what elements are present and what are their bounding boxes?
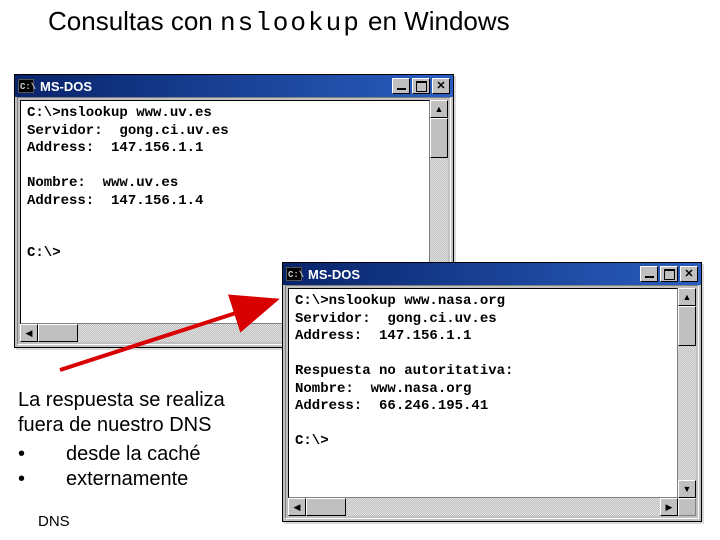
vertical-scrollbar[interactable]: ▲ ▼ [678,288,696,498]
client-area: C:\>nslookup www.nasa.org Servidor: gong… [285,285,699,519]
scroll-right-button[interactable]: ▶ [660,498,678,516]
scroll-left-button[interactable]: ◀ [288,498,306,516]
console-icon: C:\ [18,79,34,93]
scroll-track[interactable] [306,498,660,516]
note-bullet: desde la caché [18,442,278,467]
note-bullet: externamente [18,467,278,492]
console-icon: C:\ [286,267,302,281]
title-segment: Consultas con [48,6,220,36]
scroll-down-button[interactable]: ▼ [678,480,696,498]
title-segment: en Windows [361,6,510,36]
minimize-button[interactable] [640,266,658,282]
title-monospace: nslookup [220,8,361,38]
note-line: fuera de nuestro DNS [18,413,278,438]
scroll-up-button[interactable]: ▲ [678,288,696,306]
annotation-text: La respuesta se realiza fuera de nuestro… [18,388,278,492]
slide-title: Consultas con nslookup en Windows [48,6,510,38]
console-output[interactable]: C:\>nslookup www.nasa.org Servidor: gong… [288,288,678,498]
scroll-left-button[interactable]: ◀ [20,324,38,342]
window-title: MS-DOS [308,267,638,282]
titlebar[interactable]: C:\ MS-DOS [283,263,701,285]
scroll-thumb[interactable] [306,498,346,516]
scroll-track[interactable] [678,306,696,480]
msdos-window-2: C:\ MS-DOS C:\>nslookup www.nasa.org Ser… [282,262,702,522]
close-button[interactable] [680,266,698,282]
minimize-button[interactable] [392,78,410,94]
titlebar[interactable]: C:\ MS-DOS [15,75,453,97]
scroll-thumb[interactable] [38,324,78,342]
footer-label: DNS [38,513,70,530]
scroll-corner [678,498,696,516]
window-title: MS-DOS [40,79,390,94]
scroll-thumb[interactable] [430,118,448,158]
maximize-button[interactable] [412,78,430,94]
note-line: La respuesta se realiza [18,388,278,413]
close-button[interactable] [432,78,450,94]
horizontal-scrollbar[interactable]: ◀ ▶ [288,498,678,516]
scroll-thumb[interactable] [678,306,696,346]
scroll-up-button[interactable]: ▲ [430,100,448,118]
maximize-button[interactable] [660,266,678,282]
